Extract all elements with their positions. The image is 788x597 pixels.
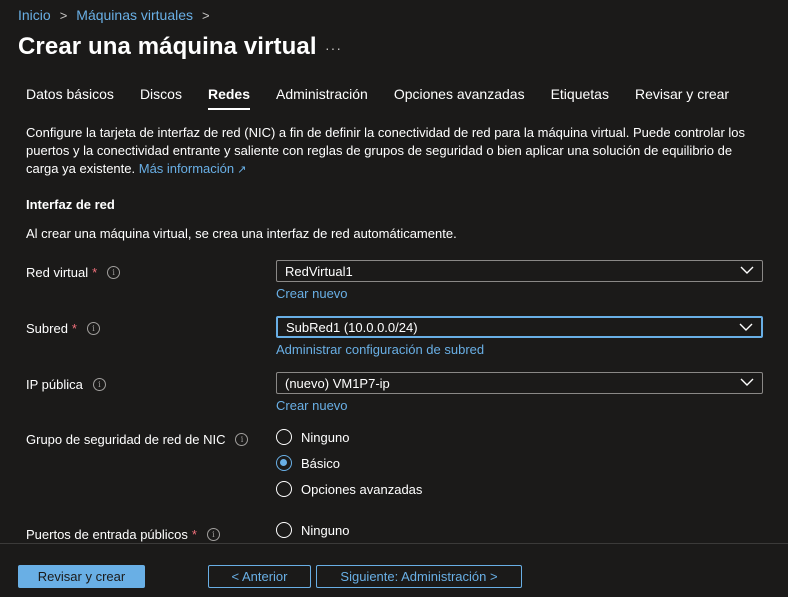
vnet-select[interactable]: RedVirtual1 xyxy=(276,260,763,282)
page-title: Crear una máquina virtual xyxy=(18,33,317,60)
previous-button[interactable]: < Anterior xyxy=(208,565,311,588)
required-marker: * xyxy=(71,321,77,336)
radio-button[interactable] xyxy=(276,481,292,497)
info-icon[interactable]: i xyxy=(86,322,100,335)
network-interface-description: Al crear una máquina virtual, se crea un… xyxy=(26,226,457,241)
required-marker: * xyxy=(92,265,98,280)
review-create-button[interactable]: Revisar y crear xyxy=(18,565,145,588)
vnet-select-value: RedVirtual1 xyxy=(285,263,353,279)
tab-advanced[interactable]: Opciones avanzadas xyxy=(394,86,525,110)
nsg-option-none[interactable]: Ninguno xyxy=(276,429,349,445)
description-text: Configure la tarjeta de interfaz de red … xyxy=(26,125,746,176)
info-icon[interactable]: i xyxy=(206,528,220,541)
tab-review-create[interactable]: Revisar y crear xyxy=(635,86,729,110)
tab-disks[interactable]: Discos xyxy=(140,86,182,110)
public-ip-select[interactable]: (nuevo) VM1P7-ip xyxy=(276,372,763,394)
radio-button[interactable] xyxy=(276,522,292,538)
subnet-select-value: SubRed1 (10.0.0.0/24) xyxy=(286,319,418,335)
nsg-label: Grupo de seguridad de red de NIC i xyxy=(26,432,249,447)
vnet-label: Red virtual * i xyxy=(26,265,121,280)
learn-more-link[interactable]: Más información ↗ xyxy=(139,161,247,176)
required-marker: * xyxy=(191,527,197,542)
footer-bar: Revisar y crear < Anterior Siguiente: Ad… xyxy=(0,543,788,597)
create-public-ip-link[interactable]: Crear nuevo xyxy=(276,398,348,413)
info-icon[interactable]: i xyxy=(235,433,249,446)
radio-button-selected[interactable] xyxy=(276,455,292,471)
create-vnet-link[interactable]: Crear nuevo xyxy=(276,286,348,301)
chevron-down-icon xyxy=(740,378,754,386)
info-icon[interactable]: i xyxy=(107,266,121,279)
nsg-option-basic[interactable]: Básico xyxy=(276,455,340,471)
tab-basics[interactable]: Datos básicos xyxy=(26,86,114,110)
breadcrumb-vms-link[interactable]: Máquinas virtuales xyxy=(76,7,193,23)
nsg-option-advanced[interactable]: Opciones avanzadas xyxy=(276,481,422,497)
network-interface-heading: Interfaz de red xyxy=(26,197,115,212)
chevron-down-icon xyxy=(740,266,754,274)
breadcrumb: Inicio > Máquinas virtuales > xyxy=(18,7,219,23)
radio-button[interactable] xyxy=(276,429,292,445)
more-options-icon[interactable]: ··· xyxy=(325,40,342,56)
info-icon[interactable]: i xyxy=(92,378,106,391)
breadcrumb-home-link[interactable]: Inicio xyxy=(18,7,51,23)
tab-tags[interactable]: Etiquetas xyxy=(551,86,609,110)
subnet-label: Subred * i xyxy=(26,321,100,336)
public-ip-select-value: (nuevo) VM1P7-ip xyxy=(285,375,390,391)
chevron-down-icon xyxy=(739,323,753,331)
page-description: Configure la tarjeta de interfaz de red … xyxy=(26,124,756,179)
external-link-icon: ↗ xyxy=(237,164,247,176)
tab-networking[interactable]: Redes xyxy=(207,86,250,110)
manage-subnet-link[interactable]: Administrar configuración de subred xyxy=(276,342,484,357)
tab-management[interactable]: Administración xyxy=(276,86,368,110)
next-button[interactable]: Siguiente: Administración > xyxy=(316,565,522,588)
inbound-ports-label: Puertos de entrada públicos * i xyxy=(26,527,220,542)
tab-bar: Datos básicos Discos Redes Administració… xyxy=(26,86,755,110)
subnet-select[interactable]: SubRed1 (10.0.0.0/24) xyxy=(276,316,763,338)
inbound-ports-option-none[interactable]: Ninguno xyxy=(276,522,349,538)
public-ip-label: IP pública i xyxy=(26,377,106,392)
chevron-right-icon: > xyxy=(202,7,210,23)
chevron-right-icon: > xyxy=(59,7,68,23)
